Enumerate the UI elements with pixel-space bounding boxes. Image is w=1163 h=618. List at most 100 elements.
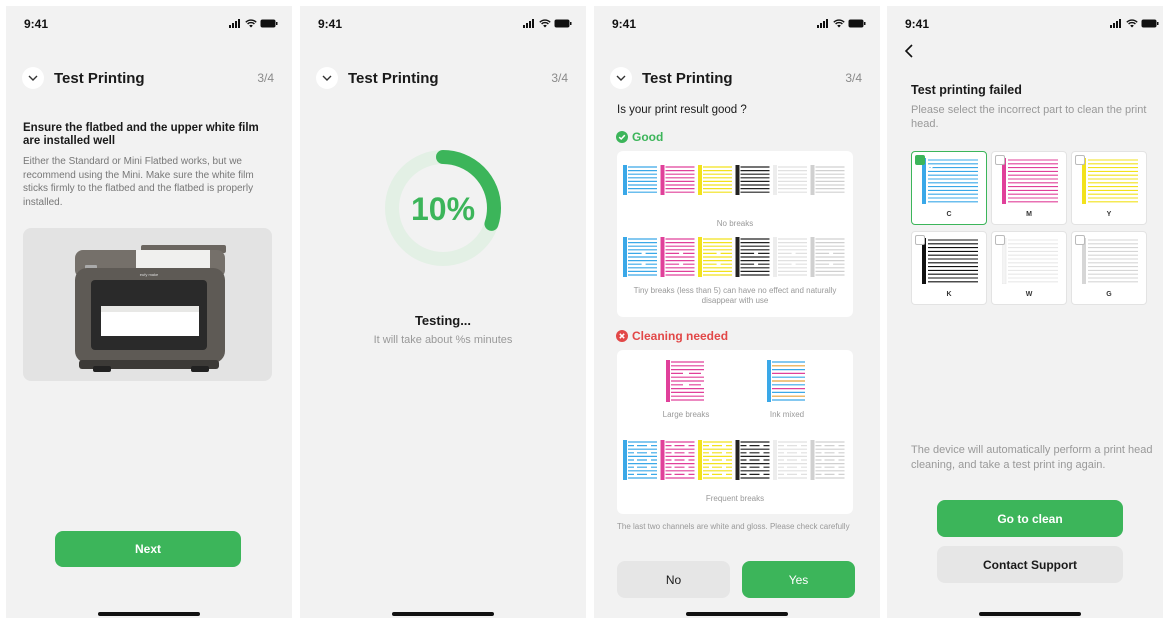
ink-channel-strip	[660, 440, 695, 480]
good-label: Good	[632, 130, 664, 144]
caption-tiny-breaks: Tiny breaks (less than 5) can have no ef…	[633, 286, 837, 305]
collapse-button[interactable]	[22, 67, 44, 89]
collapse-button[interactable]	[610, 67, 632, 89]
signal-icon	[817, 19, 828, 28]
section-header: Test Printing 3/4	[610, 66, 862, 90]
signal-icon	[1110, 19, 1121, 28]
status-time: 9:41	[905, 17, 930, 31]
ink-channel-strip	[735, 440, 770, 480]
channel-sample	[1002, 158, 1058, 204]
channel-tile-k[interactable]: K	[911, 231, 987, 305]
channel-label: Y	[1106, 211, 1112, 218]
status-time: 9:41	[24, 17, 49, 31]
checkbox-icon[interactable]	[995, 235, 1005, 245]
instruction-heading: Ensure the flatbed and the upper white f…	[23, 122, 259, 147]
status-bar: 9:41	[594, 17, 880, 35]
battery-icon	[848, 19, 866, 28]
good-examples-card: No breaks Tiny breaks (less than 5) can …	[617, 151, 853, 317]
bad-section-label: Cleaning needed	[616, 329, 728, 343]
contact-support-button[interactable]: Contact Support	[937, 546, 1123, 583]
back-chevron-icon[interactable]	[904, 44, 914, 58]
ink-channel-strip	[810, 237, 845, 277]
screen-test-failed: 9:41 Test printing failed Please select …	[887, 6, 1163, 618]
collapse-button[interactable]	[316, 67, 338, 89]
status-time: 9:41	[318, 17, 343, 31]
channel-tile-g[interactable]: G	[1071, 231, 1147, 305]
step-counter: 3/4	[845, 71, 862, 85]
progress-ring: 10%	[385, 150, 501, 266]
next-button[interactable]: Next	[55, 531, 241, 567]
channel-tile-y[interactable]: Y	[1071, 151, 1147, 225]
channel-label: M	[1026, 211, 1032, 218]
channel-sample	[1002, 238, 1058, 284]
no-button[interactable]: No	[617, 561, 730, 598]
section-title: Test Printing	[348, 69, 439, 87]
status-bar: 9:41	[887, 17, 1163, 35]
chevron-down-icon	[616, 75, 626, 81]
channel-label: W	[1025, 291, 1033, 298]
caption-frequent-breaks: Frequent breaks	[705, 494, 765, 503]
checkbox-checked-icon[interactable]	[915, 155, 935, 171]
step-counter: 3/4	[257, 71, 274, 85]
channel-label: G	[1106, 291, 1112, 298]
wifi-icon	[539, 19, 551, 28]
channel-label: C	[946, 211, 952, 218]
checkbox-icon[interactable]	[995, 155, 1005, 165]
screen-testing-progress: 9:41 Test Printing 3/4 10% Testing... It…	[300, 6, 586, 618]
home-indicator	[392, 612, 494, 616]
home-indicator	[686, 612, 788, 616]
section-title: Test Printing	[642, 69, 733, 87]
ink-channel-strip	[773, 237, 807, 277]
checkbox-icon[interactable]	[1075, 155, 1085, 165]
status-bar: 9:41	[6, 17, 292, 35]
battery-icon	[260, 19, 278, 28]
wifi-icon	[1126, 19, 1138, 28]
battery-icon	[554, 19, 572, 28]
channel-sample	[1082, 238, 1138, 284]
channel-sample	[922, 238, 978, 284]
wifi-icon	[833, 19, 845, 28]
section-title: Test Printing	[54, 69, 145, 87]
step-counter: 3/4	[551, 71, 568, 85]
ink-channel-strip	[698, 237, 732, 277]
ink-channel-strip	[698, 440, 732, 480]
battery-icon	[1141, 19, 1159, 28]
checkbox-icon[interactable]	[1075, 235, 1085, 245]
instruction-body: Either the Standard or Mini Flatbed work…	[23, 156, 254, 208]
failed-title: Test printing failed	[911, 83, 1022, 97]
progress-percent: 10%	[411, 191, 475, 227]
channels-note: The last two channels are white and glos…	[617, 522, 850, 531]
cleaning-needed-label: Cleaning needed	[632, 329, 729, 343]
go-to-clean-button[interactable]: Go to clean	[937, 500, 1123, 537]
failed-subtitle: Please select the incorrect part to clea…	[911, 104, 1147, 130]
chevron-down-icon	[322, 75, 332, 81]
bad-examples-card: Large breaks Ink mixed Frequent breaks	[617, 350, 853, 514]
status-time: 9:41	[612, 17, 637, 31]
cleaning-info: The device will automatically perform a …	[911, 444, 1153, 471]
ink-channel-strip	[623, 237, 657, 277]
home-indicator	[98, 612, 200, 616]
ink-channel-strip	[735, 237, 770, 277]
ink-channel-strip	[623, 440, 657, 480]
channel-label: K	[946, 291, 952, 298]
channel-tile-m[interactable]: M	[991, 151, 1067, 225]
yes-button[interactable]: Yes	[742, 561, 855, 598]
check-circle-icon	[616, 131, 628, 143]
channel-tile-c[interactable]: C	[911, 151, 987, 225]
screen-print-result: 9:41 Test Printing 3/4 Is your print res…	[594, 6, 880, 618]
testing-duration: It will take about %s minutes	[373, 334, 513, 346]
sample-tiny-breaks	[623, 237, 845, 277]
checkbox-icon[interactable]	[915, 235, 925, 245]
ink-channel-strip	[660, 237, 695, 277]
error-circle-icon	[616, 330, 628, 342]
sample-frequent-breaks	[623, 440, 845, 480]
wifi-icon	[245, 19, 257, 28]
section-header: Test Printing 3/4	[316, 66, 568, 90]
printer-brand-text: eufy make	[140, 272, 159, 277]
channel-tile-w[interactable]: W	[991, 231, 1067, 305]
testing-label: Testing...	[414, 313, 472, 328]
home-indicator	[979, 612, 1081, 616]
channel-sample	[1082, 158, 1138, 204]
good-section-label: Good	[616, 130, 663, 144]
screen-flatbed-check: 9:41 Test Printing 3/4 Ensure the flatbe…	[6, 6, 292, 618]
